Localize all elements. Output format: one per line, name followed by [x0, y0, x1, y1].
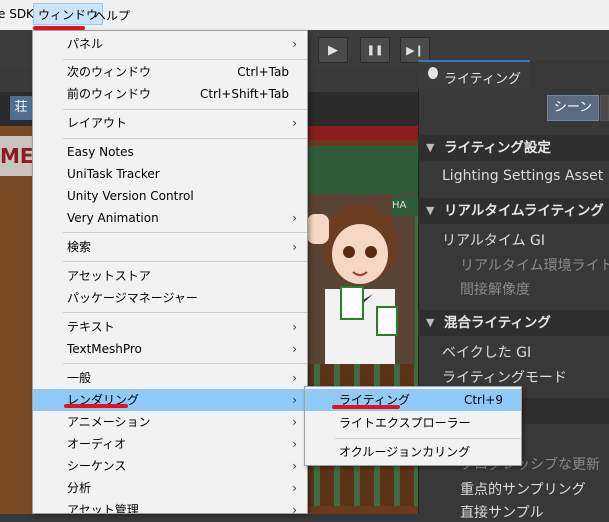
realtime-gi-label: リアルタイム GI [442, 233, 546, 249]
chevron-right-icon: › [292, 342, 297, 356]
chevron-right-icon: › [292, 415, 297, 429]
lighting-settings-asset-label: Lighting Settings Asset [442, 168, 604, 184]
menu-item-prev-window[interactable]: 前のウィンドウ Ctrl+Shift+Tab [33, 83, 307, 105]
menu-item-very-animation[interactable]: Very Animation › [33, 207, 307, 229]
window-dropdown-menu: パネル › 次のウィンドウ Ctrl+Tab 前のウィンドウ Ctrl+Shift+T… [32, 30, 308, 514]
chevron-right-icon: › [292, 320, 297, 334]
indirect-resolution-label: 間接解像度 [460, 282, 530, 298]
menu-separator [63, 261, 307, 262]
triangle-down-icon: ▼ [426, 141, 435, 154]
chevron-right-icon: › [292, 437, 297, 451]
menu-separator [63, 138, 307, 139]
menubar: e SDK ウィンドウ ヘルプ [0, 0, 609, 30]
character-avatar [305, 194, 415, 364]
chevron-right-icon: › [292, 481, 297, 495]
menu-item-search[interactable]: 検索 › [33, 236, 307, 258]
section-mixed-lighting[interactable]: ▼ 混合ライティング [418, 310, 609, 336]
scene-poster [340, 286, 364, 320]
menu-item-animation[interactable]: アニメーション › [33, 411, 307, 433]
menu-help[interactable]: ヘルプ [94, 7, 130, 24]
menu-sdk[interactable]: e SDK [0, 7, 34, 21]
chevron-right-icon: › [292, 371, 297, 385]
lighting-mode-label: ライティングモード [442, 370, 567, 386]
menu-item-sequence[interactable]: シーケンス › [33, 455, 307, 477]
menu-item-next-window[interactable]: 次のウィンドウ Ctrl+Tab [33, 61, 307, 83]
importance-sampling-label: 重点的サンプリング [460, 482, 586, 498]
menu-separator [63, 312, 307, 313]
triangle-down-icon: ▼ [426, 316, 435, 329]
menu-separator [63, 363, 307, 364]
menu-item-panel[interactable]: パネル › [33, 33, 307, 55]
menu-item-occlusion-culling[interactable]: オクルージョンカリング [305, 441, 521, 463]
triangle-down-icon: ▼ [426, 204, 435, 217]
menu-item-text[interactable]: テキスト › [33, 316, 307, 338]
chevron-right-icon: › [292, 37, 297, 51]
scene-sign: ME [0, 136, 34, 176]
chevron-right-icon: › [292, 393, 297, 407]
menu-separator [335, 438, 521, 439]
chevron-right-icon: › [292, 240, 297, 254]
menu-item-analysis[interactable]: 分析 › [33, 477, 307, 499]
tab-scene[interactable]: シーン [547, 95, 599, 121]
menu-item-package-manager[interactable]: パッケージマネージャー [33, 287, 307, 309]
rendering-submenu: ライティング Ctrl+9 ライトエクスプローラー オクルージョンカリング [304, 386, 522, 466]
pause-button[interactable]: ❚❚ [360, 37, 390, 63]
chevron-right-icon: › [292, 503, 297, 514]
menu-item-asset-management[interactable]: アセット管理 › [33, 499, 307, 514]
menu-window[interactable]: ウィンドウ [33, 3, 104, 25]
scene-tool-button[interactable]: 荘 [10, 96, 32, 120]
section-lighting-settings[interactable]: ▼ ライティング設定 [418, 135, 609, 161]
menu-item-layout[interactable]: レイアウト › [33, 112, 307, 134]
scene-poster [376, 306, 398, 336]
menu-separator [63, 232, 307, 233]
chevron-right-icon: › [292, 116, 297, 130]
red-underline-annotation [64, 404, 128, 408]
menu-separator [63, 59, 307, 60]
menu-item-textmeshpro[interactable]: TextMeshPro › [33, 338, 307, 360]
scene-sign-right: HA [392, 196, 418, 216]
tab-next[interactable] [600, 95, 609, 121]
scene-wall-left [0, 126, 32, 514]
menu-item-asset-store[interactable]: アセットストア [33, 265, 307, 287]
lightbulb-icon [428, 67, 438, 79]
menu-item-unitask-tracker[interactable]: UniTask Tracker [33, 163, 307, 185]
menu-separator [63, 109, 307, 110]
realtime-env-light-label: リアルタイム環境ライト [460, 258, 609, 274]
menu-item-easy-notes[interactable]: Easy Notes [33, 141, 307, 163]
menu-item-unity-version-control[interactable]: Unity Version Control [33, 185, 307, 207]
direct-samples-label: 直接サンプル [460, 505, 544, 521]
chevron-right-icon: › [292, 211, 297, 225]
section-realtime-lighting[interactable]: ▼ リアルタイムライティング [418, 198, 609, 224]
menu-item-light-explorer[interactable]: ライトエクスプローラー [305, 412, 521, 434]
red-underline-annotation [332, 405, 400, 409]
baked-gi-label: ベイクした GI [442, 345, 532, 361]
chevron-right-icon: › [292, 459, 297, 473]
menu-item-general[interactable]: 一般 › [33, 367, 307, 389]
play-button[interactable]: ▶ [318, 37, 348, 63]
menu-item-audio[interactable]: オーディオ › [33, 433, 307, 455]
